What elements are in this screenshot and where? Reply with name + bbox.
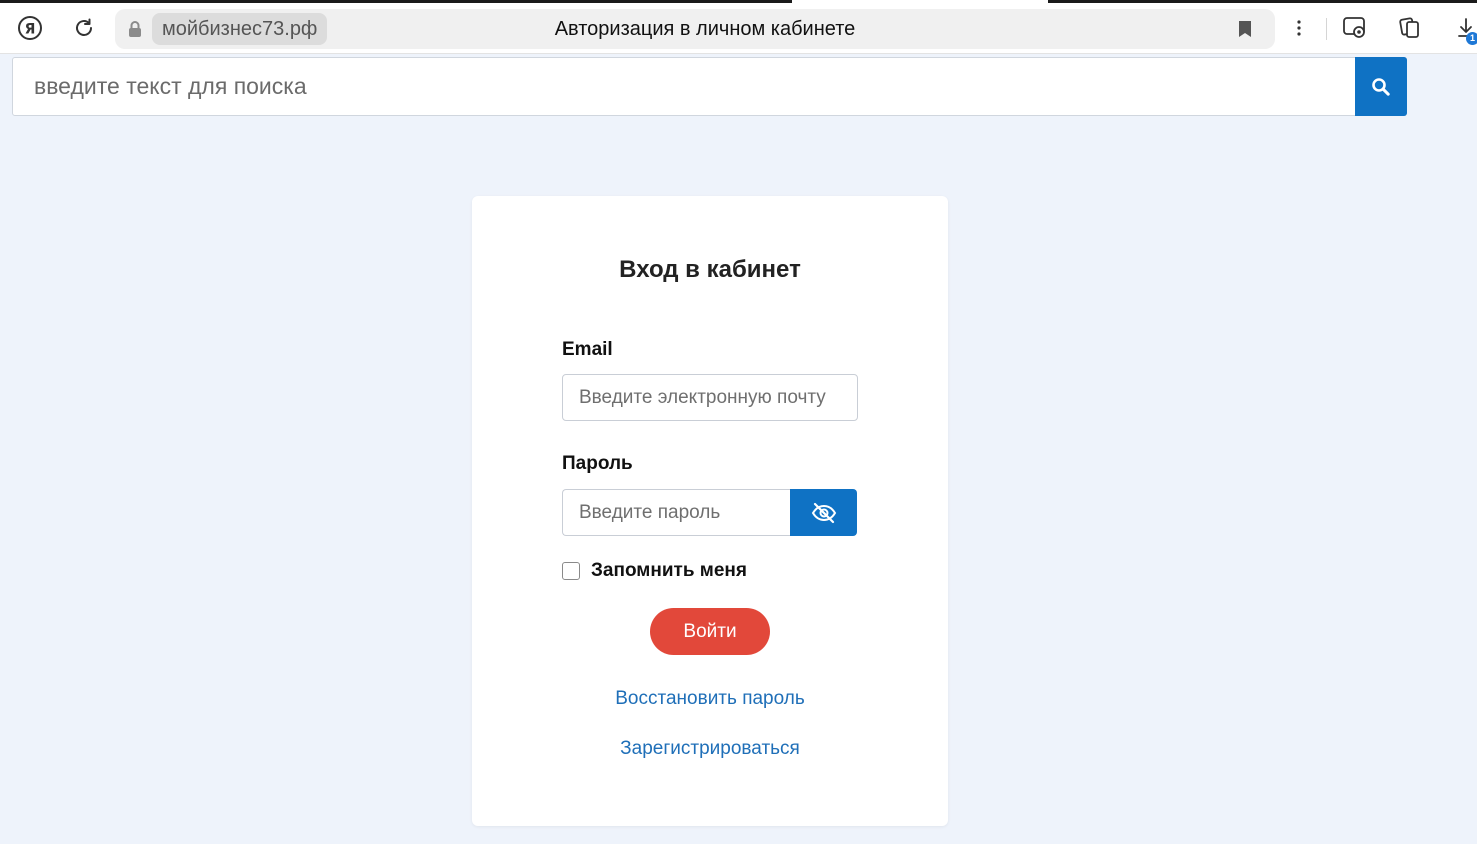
- site-search-bar: [12, 57, 1407, 116]
- toggle-password-button[interactable]: [790, 489, 857, 536]
- login-button[interactable]: Войти: [650, 608, 770, 655]
- login-card: Вход в кабинет Email Пароль Запомнить ме…: [472, 196, 948, 826]
- email-field[interactable]: [562, 374, 858, 421]
- search-button[interactable]: [1355, 57, 1407, 116]
- register-link[interactable]: Зарегистрироваться: [472, 738, 948, 760]
- download-count-badge: 1: [1466, 32, 1477, 45]
- cards-icon[interactable]: [1393, 11, 1427, 45]
- svg-text:Я: Я: [25, 22, 36, 38]
- toolbar-separator: [1326, 18, 1327, 40]
- search-icon: [1372, 77, 1390, 96]
- browser-toolbar: Я мойбизнес73.рф Авторизация в личном ка…: [0, 3, 1477, 54]
- bookmark-icon[interactable]: [1231, 15, 1259, 43]
- page-title: Авторизация в личном кабинете: [554, 18, 856, 40]
- remember-checkbox[interactable]: [562, 562, 580, 580]
- reload-icon[interactable]: [67, 11, 101, 45]
- password-label: Пароль: [562, 453, 633, 474]
- password-field[interactable]: [562, 489, 792, 536]
- remember-me: Запомнить меня: [562, 560, 747, 582]
- restore-password-link[interactable]: Восстановить пароль: [472, 688, 948, 710]
- screenshot-icon[interactable]: [1338, 11, 1372, 45]
- search-input[interactable]: [13, 58, 1356, 115]
- login-title: Вход в кабинет: [619, 256, 801, 283]
- domain-chip[interactable]: мойбизнес73.рф: [152, 13, 328, 45]
- email-label: Email: [562, 339, 613, 360]
- remember-label[interactable]: Запомнить меня: [591, 560, 747, 582]
- address-bar[interactable]: мойбизнес73.рф Авторизация в личном каби…: [115, 9, 1275, 49]
- eye-off-icon: [811, 502, 836, 523]
- yandex-logo-icon[interactable]: Я: [13, 11, 47, 45]
- more-vertical-icon[interactable]: [1282, 11, 1316, 45]
- lock-icon[interactable]: [123, 17, 147, 41]
